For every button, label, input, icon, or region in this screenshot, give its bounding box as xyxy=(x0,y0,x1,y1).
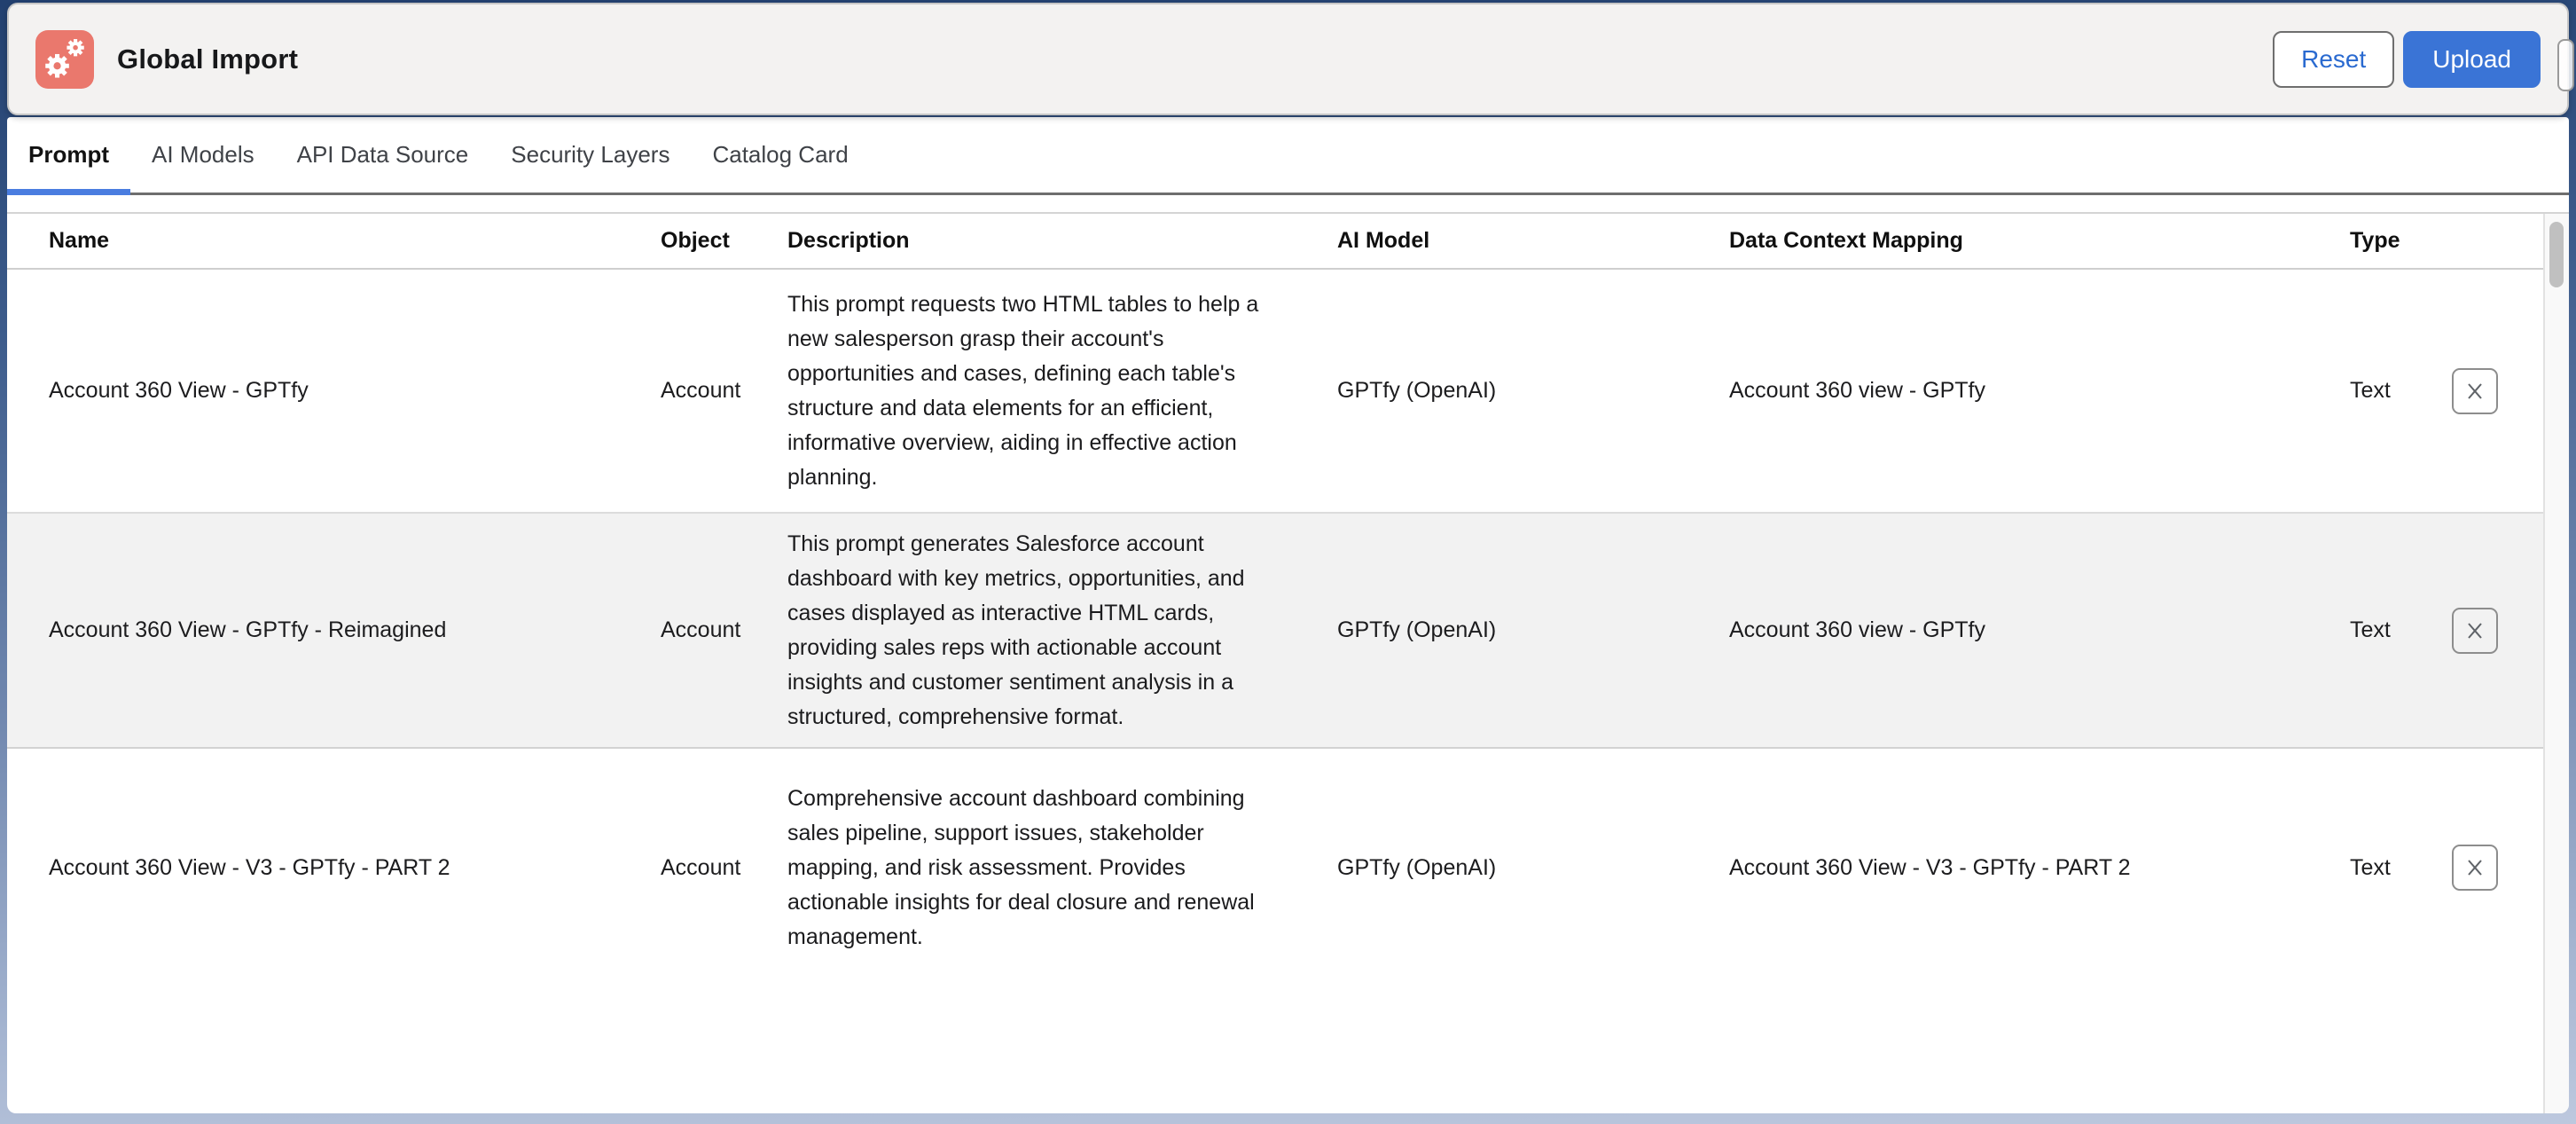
object-cell: Account xyxy=(619,378,746,404)
tab-api-data-source[interactable]: API Data Source xyxy=(276,117,490,193)
name-cell: Account 360 View - GPTfy xyxy=(7,378,619,404)
actions-cell xyxy=(2406,845,2543,891)
global-import-app-icon xyxy=(35,30,94,89)
page-title: Global Import xyxy=(117,43,298,75)
app-window: Global Import Reset Upload Prompt AI Mod… xyxy=(7,3,2569,1113)
remove-icon xyxy=(2464,857,2486,878)
tab-security-layers[interactable]: Security Layers xyxy=(489,117,691,193)
data-context-mapping-cell: Account 360 View - V3 - GPTfy - PART 2 xyxy=(1687,855,2308,881)
table-row: Account 360 View - GPTfy - Reimagined Ac… xyxy=(7,514,2543,749)
object-cell: Account xyxy=(619,855,746,881)
window-scrollbar-thumb[interactable] xyxy=(2557,39,2574,91)
name-cell: Account 360 View - GPTfy - Reimagined xyxy=(7,617,619,643)
ai-model-cell: GPTfy (OpenAI) xyxy=(1296,378,1687,404)
actions-cell xyxy=(2406,368,2543,414)
app-body: Prompt AI Models API Data Source Securit… xyxy=(7,117,2569,1113)
tab-bar: Prompt AI Models API Data Source Securit… xyxy=(7,117,2569,195)
table-gap xyxy=(7,195,2569,212)
type-cell: Text xyxy=(2308,617,2406,643)
remove-row-button[interactable] xyxy=(2452,608,2498,654)
column-header-name: Name xyxy=(7,228,619,254)
tab-prompt[interactable]: Prompt xyxy=(7,117,130,193)
column-header-ai-model: AI Model xyxy=(1296,228,1687,254)
remove-icon xyxy=(2464,381,2486,402)
column-header-object: Object xyxy=(619,228,746,254)
type-cell: Text xyxy=(2308,378,2406,404)
upload-button[interactable]: Upload xyxy=(2403,31,2541,88)
data-context-mapping-cell: Account 360 view - GPTfy xyxy=(1687,617,2308,643)
column-header-type: Type xyxy=(2308,228,2406,254)
tab-catalog-card[interactable]: Catalog Card xyxy=(691,117,869,193)
column-header-description: Description xyxy=(746,228,1296,254)
table-header-row: Name Object Description AI Model Data Co… xyxy=(7,214,2543,270)
type-cell: Text xyxy=(2308,855,2406,881)
table-region: Name Object Description AI Model Data Co… xyxy=(7,212,2569,1113)
ai-model-cell: GPTfy (OpenAI) xyxy=(1296,617,1687,643)
object-cell: Account xyxy=(619,617,746,643)
app-header: Global Import Reset Upload xyxy=(7,3,2569,115)
actions-cell xyxy=(2406,608,2543,654)
ai-model-cell: GPTfy (OpenAI) xyxy=(1296,855,1687,881)
remove-row-button[interactable] xyxy=(2452,845,2498,891)
reset-button[interactable]: Reset xyxy=(2273,31,2394,88)
table-row: Account 360 View - GPTfy Account This pr… xyxy=(7,270,2543,514)
remove-icon xyxy=(2464,620,2486,641)
tab-ai-models[interactable]: AI Models xyxy=(130,117,276,193)
description-cell: This prompt generates Salesforce account… xyxy=(746,527,1296,735)
description-cell: Comprehensive account dashboard combinin… xyxy=(746,782,1296,955)
table-scrollbar-thumb[interactable] xyxy=(2549,222,2564,287)
table-row: Account 360 View - V3 - GPTfy - PART 2 A… xyxy=(7,749,2543,986)
gears-icon xyxy=(39,34,90,85)
table-scrollbar-track[interactable] xyxy=(2543,214,2569,1113)
desktop-background: { "header": { "title": "Global Import", … xyxy=(0,0,2576,1124)
remove-row-button[interactable] xyxy=(2452,368,2498,414)
prompt-table: Name Object Description AI Model Data Co… xyxy=(7,214,2543,1113)
description-cell: This prompt requests two HTML tables to … xyxy=(746,287,1296,495)
column-header-data-context-mapping: Data Context Mapping xyxy=(1687,228,2308,254)
data-context-mapping-cell: Account 360 view - GPTfy xyxy=(1687,378,2308,404)
name-cell: Account 360 View - V3 - GPTfy - PART 2 xyxy=(7,855,619,881)
